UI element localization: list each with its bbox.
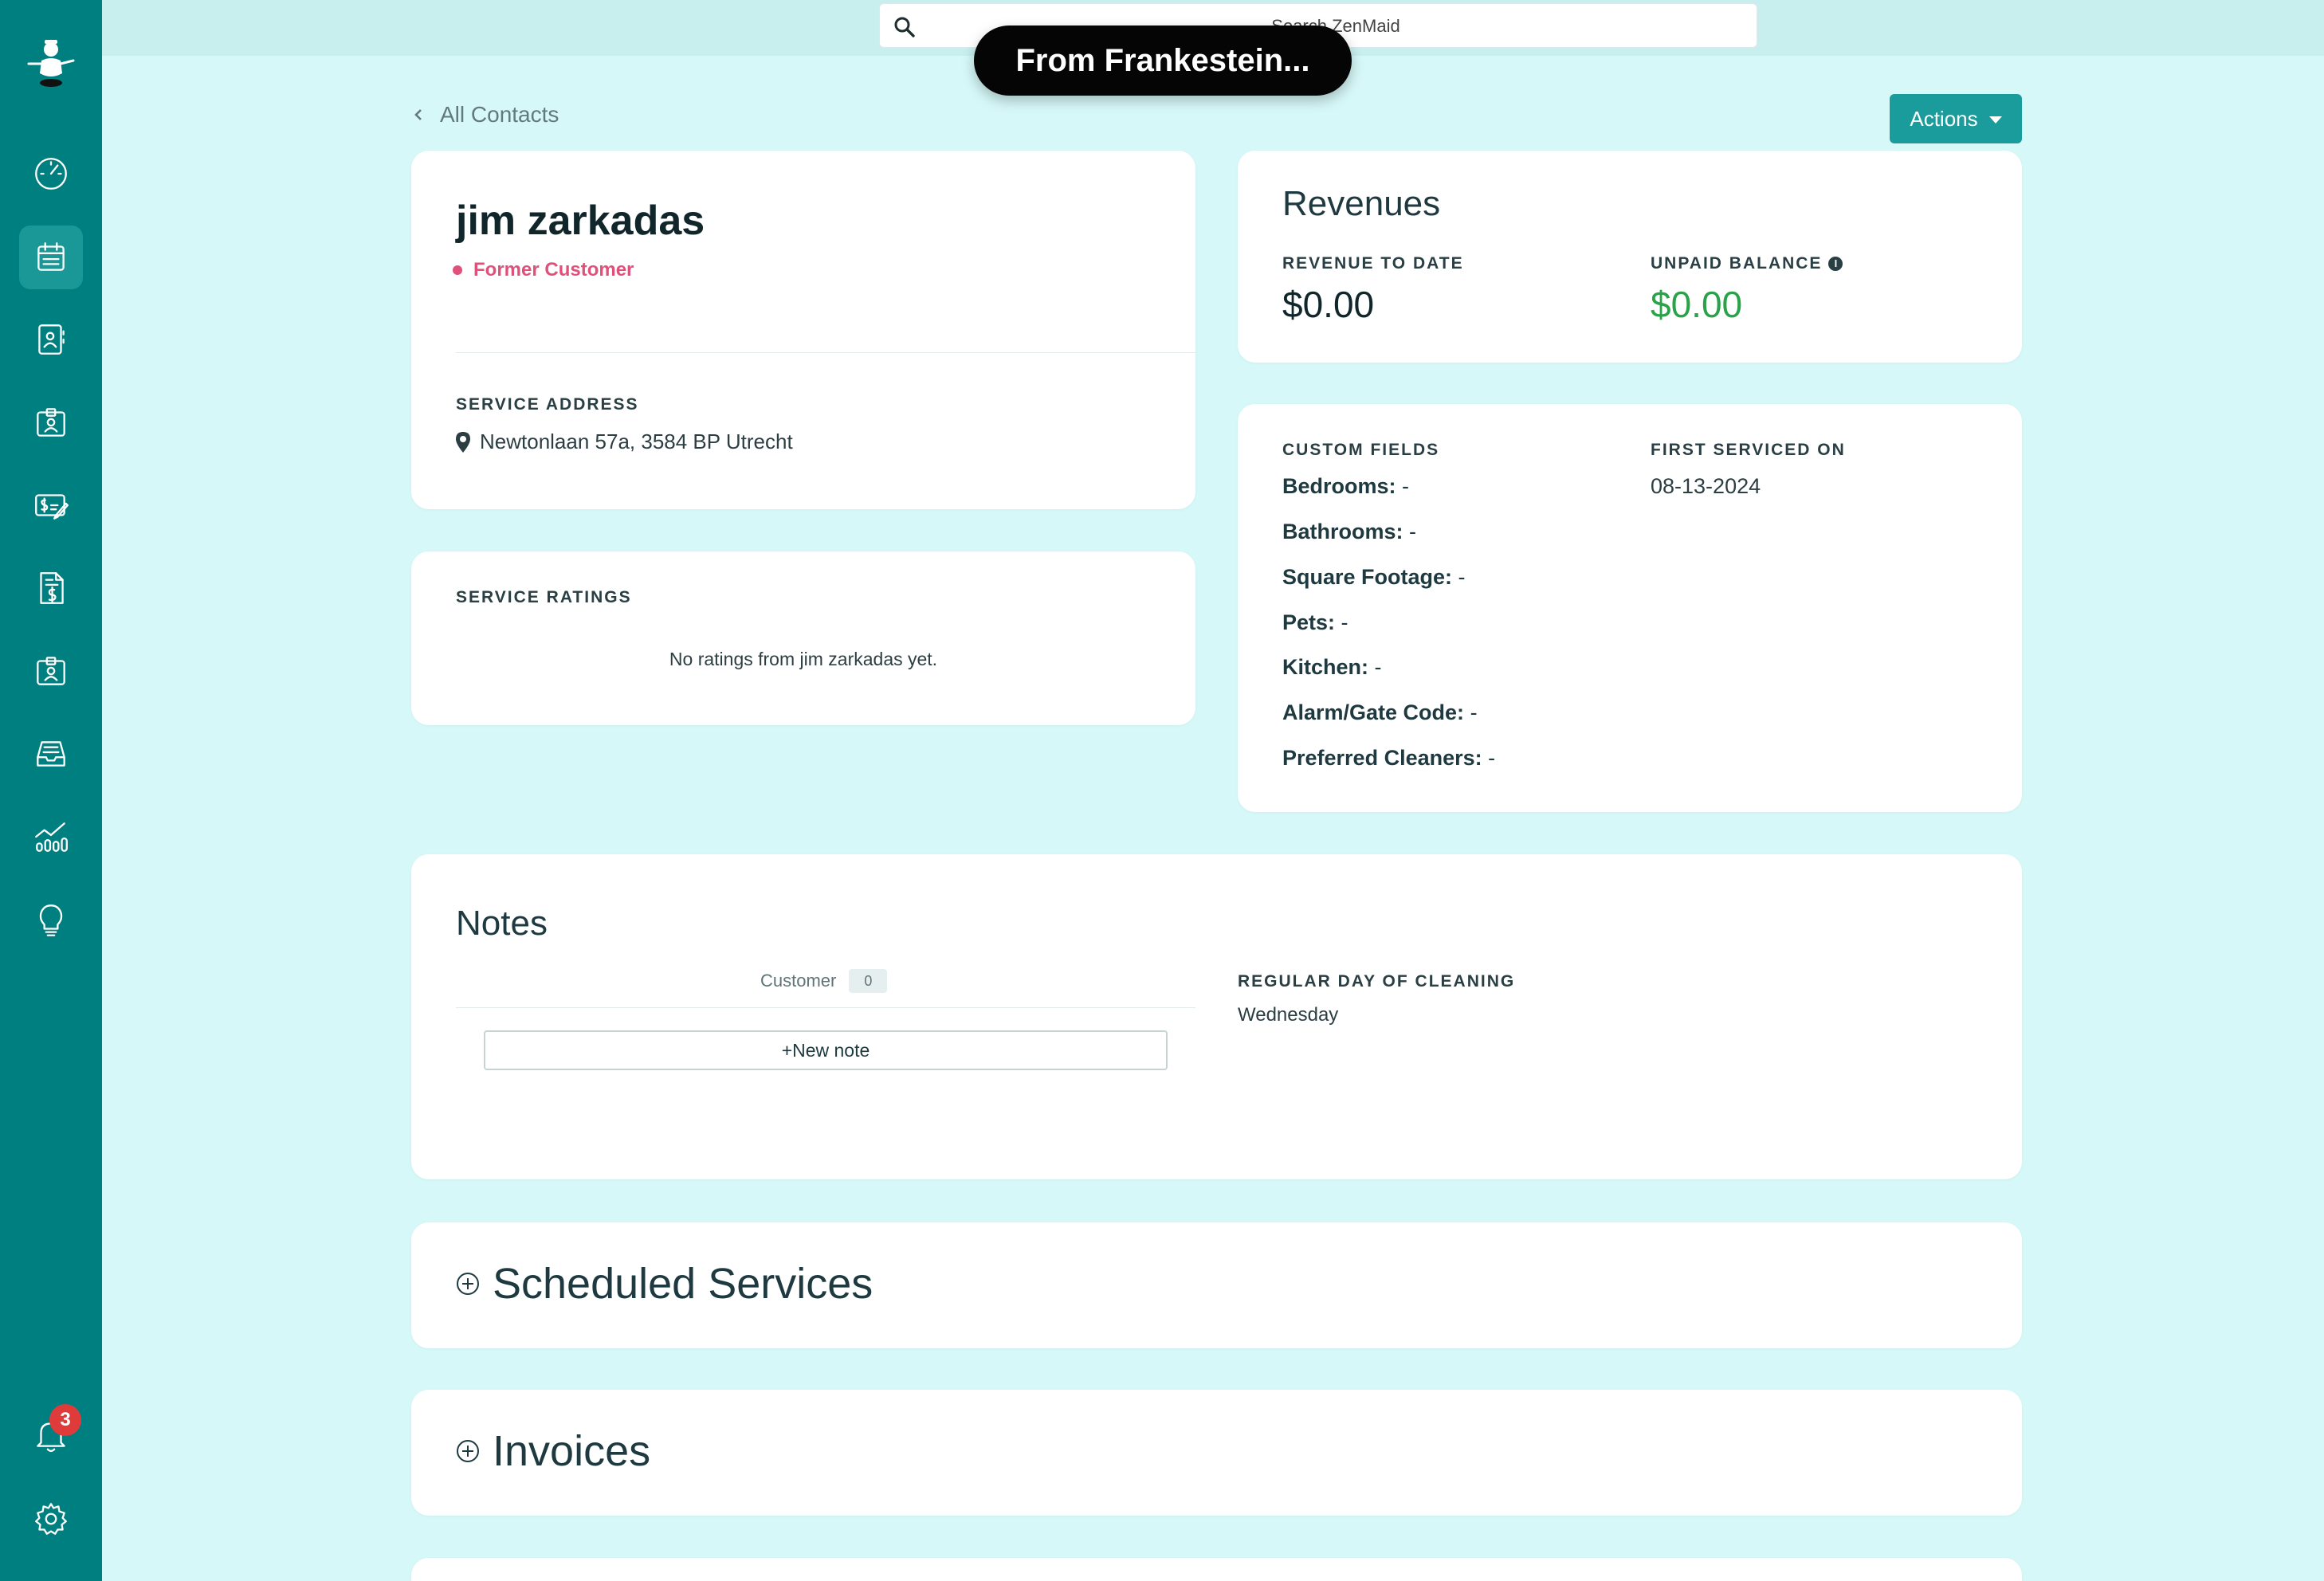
custom-field-kitchen: Kitchen: -	[1282, 655, 1382, 680]
chevron-left-icon	[414, 109, 422, 120]
back-link-label: All Contacts	[440, 102, 559, 127]
back-to-contacts-link[interactable]: All Contacts	[411, 99, 559, 131]
info-icon[interactable]: i	[1828, 257, 1843, 271]
invoice-icon	[40, 572, 64, 604]
invoices-header[interactable]: Invoices	[456, 1426, 650, 1476]
tab-label: Customer	[760, 971, 837, 991]
field-value: -	[1482, 746, 1496, 770]
field-name: Kitchen:	[1282, 655, 1368, 679]
nav-help[interactable]	[19, 888, 83, 951]
toast-notification: From Frankestein...	[974, 26, 1352, 96]
notes-title: Notes	[456, 904, 548, 943]
search-icon	[894, 17, 915, 37]
custom-field-pets: Pets: -	[1282, 610, 1348, 635]
actions-dropdown-button[interactable]: Actions	[1890, 94, 2022, 143]
pricing-icon	[35, 494, 69, 520]
contacts-icon	[38, 324, 65, 355]
nav-reports[interactable]	[19, 805, 83, 869]
status-badge: Former Customer	[453, 259, 634, 281]
field-name: Bathrooms:	[1282, 520, 1403, 543]
custom-field-preferred-cleaners: Preferred Cleaners: -	[1282, 746, 1495, 771]
field-name: Pets:	[1282, 610, 1336, 634]
caret-down-icon	[1988, 116, 2002, 124]
divider	[456, 352, 1195, 353]
field-value: -	[1452, 565, 1466, 589]
unpaid-balance-label: UNPAID BALANCE i	[1651, 254, 1843, 273]
field-value: -	[1335, 610, 1348, 634]
notifications-badge: 3	[49, 1404, 81, 1436]
zenmaid-logo[interactable]	[19, 32, 83, 96]
unpaid-balance-label-text: UNPAID BALANCE	[1651, 254, 1823, 273]
service-ratings-card: SERVICE RATINGS No ratings from jim zark…	[411, 551, 1195, 725]
employee-badge-icon	[37, 408, 65, 437]
nav-team[interactable]	[19, 639, 83, 703]
first-serviced-label: FIRST SERVICED ON	[1651, 441, 1846, 459]
custom-field-bathrooms: Bathrooms: -	[1282, 520, 1416, 544]
status-text: Former Customer	[473, 259, 634, 280]
next-section-card	[411, 1558, 2022, 1581]
nav-employees[interactable]	[19, 390, 83, 454]
expand-plus-icon	[457, 1273, 479, 1295]
regular-day-value: Wednesday	[1238, 1004, 1339, 1026]
field-value: -	[1403, 520, 1417, 543]
revenues-title: Revenues	[1282, 184, 1441, 223]
service-ratings-label: SERVICE RATINGS	[456, 588, 632, 606]
revenues-card: Revenues REVENUE TO DATE $0.00 UNPAID BA…	[1238, 151, 2022, 363]
service-address-text: Newtonlaan 57a, 3584 BP Utrecht	[480, 430, 793, 453]
new-note-button[interactable]: +New note	[484, 1030, 1168, 1070]
revenue-to-date-label: REVENUE TO DATE	[1282, 254, 1464, 273]
tab-customer-notes[interactable]: Customer 0	[760, 969, 888, 993]
field-value: -	[1464, 700, 1478, 724]
map-pin-icon	[456, 431, 470, 453]
nav-pricing[interactable]	[19, 473, 83, 537]
notes-tab-divider	[456, 1007, 1195, 1008]
field-name: Alarm/Gate Code:	[1282, 700, 1465, 724]
calendar-icon	[37, 242, 65, 271]
scheduled-services-title: Scheduled Services	[493, 1260, 873, 1308]
unpaid-balance-value: $0.00	[1651, 284, 1743, 325]
inbox-icon	[37, 741, 65, 767]
actions-label: Actions	[1910, 106, 1978, 131]
no-ratings-message: No ratings from jim zarkadas yet.	[669, 649, 938, 669]
invoices-title: Invoices	[493, 1427, 651, 1475]
invoices-card[interactable]: Invoices	[411, 1390, 2022, 1516]
revenue-to-date-value: $0.00	[1282, 284, 1375, 325]
contact-name: jim zarkadas	[456, 198, 705, 244]
expand-plus-icon	[457, 1440, 479, 1462]
scheduled-services-card[interactable]: Scheduled Services	[411, 1222, 2022, 1348]
field-name: Square Footage:	[1282, 565, 1453, 589]
nav-inbox[interactable]	[19, 722, 83, 786]
field-value: -	[1396, 474, 1410, 498]
field-name: Bedrooms:	[1282, 474, 1396, 498]
dashboard-icon	[35, 158, 67, 190]
nav-invoices[interactable]	[19, 556, 83, 620]
lightbulb-icon	[39, 904, 63, 936]
service-address-label: SERVICE ADDRESS	[456, 395, 639, 414]
custom-field-square-footage: Square Footage: -	[1282, 565, 1466, 590]
sidebar: 3	[0, 0, 102, 1581]
employee-badge-icon	[37, 657, 65, 685]
custom-field-alarm-gate-code: Alarm/Gate Code: -	[1282, 700, 1478, 725]
status-dot-icon	[453, 265, 462, 275]
nav-settings[interactable]	[19, 1487, 83, 1551]
custom-fields-label: CUSTOM FIELDS	[1282, 441, 1440, 459]
nav-dashboard[interactable]	[19, 142, 83, 206]
first-serviced-date: 08-13-2024	[1651, 474, 1761, 498]
service-address: Newtonlaan 57a, 3584 BP Utrecht	[456, 430, 793, 454]
custom-fields-card: CUSTOM FIELDS Bedrooms: - Bathrooms: - S…	[1238, 404, 2022, 812]
notes-card: Notes Customer 0 +New note REGULAR DAY O…	[411, 854, 2022, 1179]
regular-day-label: REGULAR DAY OF CLEANING	[1238, 972, 1516, 991]
nav-calendar[interactable]	[19, 226, 83, 289]
field-name: Preferred Cleaners:	[1282, 746, 1482, 770]
field-value: -	[1368, 655, 1382, 679]
reports-icon	[35, 822, 68, 852]
scheduled-services-header[interactable]: Scheduled Services	[456, 1259, 873, 1308]
nav-contacts[interactable]	[19, 308, 83, 371]
gear-icon	[35, 1503, 67, 1535]
tab-count-badge: 0	[849, 969, 888, 993]
custom-field-bedrooms: Bedrooms: -	[1282, 474, 1409, 499]
contact-card: jim zarkadas Former Customer SERVICE ADD…	[411, 151, 1195, 509]
